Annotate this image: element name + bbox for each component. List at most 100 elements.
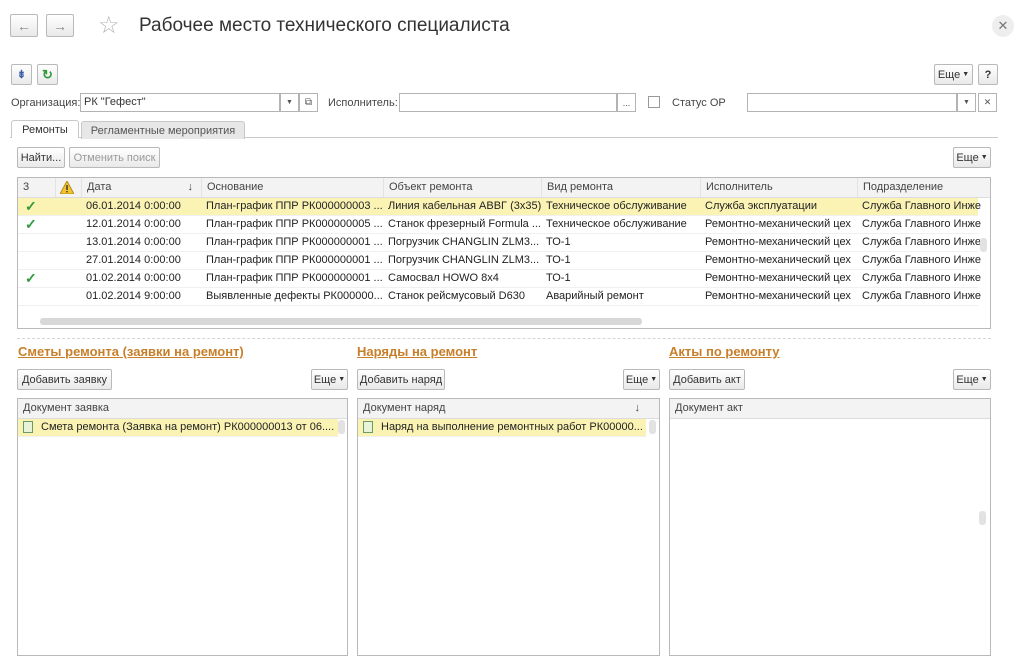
cell-basis: План-график ППР РК000000001 ... (206, 254, 383, 266)
estimates-table-header: Документ заявка (18, 399, 347, 419)
table-row[interactable]: ✓ 01.02.2014 0:00:00 План-график ППР РК000… (18, 270, 981, 288)
status-clear-button[interactable]: ✕ (978, 93, 997, 112)
dropdown-icon: ▼ (338, 376, 346, 383)
cell-dept: Служба Главного Инженера (862, 290, 981, 302)
cell-type: ТО-1 (546, 254, 571, 266)
clear-icon: ✕ (983, 97, 992, 107)
arrow-left-icon: ← (17, 17, 31, 34)
orders-table-header: Документ наряд ↓ (358, 399, 659, 419)
dropdown-icon: ▼ (963, 99, 970, 106)
executor-select-button[interactable]: ... (617, 93, 636, 112)
dropdown-icon: ▼ (980, 376, 988, 383)
refresh-button[interactable]: ↻ (37, 64, 58, 85)
estimates-more-button[interactable]: Еще ▼ (311, 369, 348, 390)
estimates-title[interactable]: Сметы ремонта (заявки на ремонт) (18, 344, 244, 359)
cell-object: Станок фрезерный Formula ... (388, 218, 541, 230)
cell-object: Линия кабельная АВВГ (3х35) (388, 200, 541, 212)
organization-dropdown-button[interactable]: ▼ (280, 93, 299, 112)
add-order-button[interactable]: Добавить наряд (357, 369, 445, 390)
close-icon[interactable]: ✕ (992, 15, 1014, 37)
executor-label: Исполнитель: (328, 97, 398, 109)
done-check-icon: ✓ (25, 198, 37, 214)
column-header-executor[interactable]: Исполнитель (700, 178, 857, 197)
column-header-object[interactable]: Объект ремонта (383, 178, 541, 197)
ellipsis-icon: ... (622, 97, 631, 108)
status-field[interactable] (747, 93, 957, 112)
acts-more-button[interactable]: Еще ▼ (953, 369, 991, 390)
add-request-button[interactable]: Добавить заявку (17, 369, 112, 390)
column-header-warning[interactable] (55, 178, 81, 197)
table-row[interactable]: Смета ремонта (Заявка на ремонт) РК00000… (18, 419, 338, 437)
table-row[interactable]: Наряд на выполнение ремонтных работ РК00… (358, 419, 646, 437)
cell-executor: Ремонтно-механический цех (705, 290, 851, 302)
repairs-vertical-scrollbar[interactable] (980, 238, 987, 252)
repairs-horizontal-scrollbar[interactable] (40, 318, 642, 325)
table-row[interactable]: ✓ 12.01.2014 0:00:00 План-график ППР РК000… (18, 216, 981, 234)
status-dropdown-button[interactable]: ▼ (957, 93, 976, 112)
orders-table[interactable]: Документ наряд ↓ Наряд на выполнение рем… (357, 398, 660, 656)
acts-title[interactable]: Акты по ремонту (669, 344, 780, 359)
table-row[interactable]: 01.02.2014 9:00:00 Выявленные дефекты РК0… (18, 288, 981, 306)
repairs-table[interactable]: 3 Дата ↓ Основание Объект ремонта Вид ре… (17, 177, 991, 329)
help-button[interactable]: ? (978, 64, 998, 85)
dropdown-icon: ▼ (286, 99, 293, 106)
cell-date: 06.01.2014 0:00:00 (86, 200, 181, 212)
acts-table[interactable]: Документ акт (669, 398, 991, 656)
executor-field[interactable] (399, 93, 617, 112)
column-header-request-doc[interactable]: Документ заявка (18, 399, 338, 418)
cell-dept: Служба Главного Инженера (862, 236, 981, 248)
estimates-table[interactable]: Документ заявка Смета ремонта (Заявка на… (17, 398, 348, 656)
column-header-repair-type[interactable]: Вид ремонта (541, 178, 700, 197)
more-button[interactable]: Еще ▼ (934, 64, 973, 85)
status-checkbox[interactable] (648, 96, 660, 108)
cell-date: 01.02.2014 9:00:00 (86, 290, 181, 302)
add-act-button[interactable]: Добавить акт (669, 369, 745, 390)
organization-open-button[interactable]: ⧉ (299, 93, 318, 112)
cell-executor: Ремонтно-механический цех (705, 236, 851, 248)
cell-executor: Служба эксплуатации (705, 200, 817, 212)
cell-type: ТО-1 (546, 272, 571, 284)
organization-field[interactable]: РК "Гефест" (80, 93, 280, 112)
column-header-department[interactable]: Подразделение (857, 178, 981, 197)
cell-basis: План-график ППР РК000000001 ... (206, 236, 383, 248)
column-header-basis[interactable]: Основание (201, 178, 383, 197)
orders-more-button[interactable]: Еще ▼ (623, 369, 660, 390)
estimates-vertical-scrollbar[interactable] (338, 420, 345, 434)
acts-vertical-scrollbar[interactable] (979, 511, 986, 525)
cell-object: Самосвал HOWO 8x4 (388, 272, 499, 284)
pin-button[interactable]: ⇟ (11, 64, 32, 85)
table-row[interactable]: 13.01.2014 0:00:00 План-график ППР РК0000… (18, 234, 981, 252)
column-header-act-doc[interactable]: Документ акт (670, 399, 975, 418)
estimate-doc-cell: Смета ремонта (Заявка на ремонт) РК00000… (41, 421, 335, 433)
sort-down-icon: ↓ (187, 181, 194, 193)
orders-vertical-scrollbar[interactable] (649, 420, 656, 434)
cell-basis: Выявленные дефекты РК000000... (206, 290, 383, 302)
cell-basis: План-график ППР РК000000003 ... (206, 200, 383, 212)
back-button[interactable]: ← (10, 14, 38, 37)
cell-object: Погрузчик CHANGLIN ZLM3... (388, 254, 540, 266)
forward-button[interactable]: → (46, 14, 74, 37)
table-row[interactable]: ✓ 06.01.2014 0:00:00 План-график ППР РК000… (18, 198, 981, 216)
column-header-date[interactable]: Дата ↓ (81, 178, 201, 197)
repairs-table-header: 3 Дата ↓ Основание Объект ремонта Вид ре… (18, 178, 990, 198)
cell-basis: План-график ППР РК000000001 ... (206, 272, 383, 284)
done-check-icon: ✓ (25, 270, 37, 286)
orders-title[interactable]: Наряды на ремонт (357, 344, 477, 359)
favorite-star-icon[interactable]: ☆ (98, 11, 120, 40)
column-header-order-doc[interactable]: Документ наряд ↓ (358, 399, 648, 418)
page-title: Рабочее место технического специалиста (139, 15, 510, 36)
refresh-icon: ↻ (42, 66, 53, 82)
cell-executor: Ремонтно-механический цех (705, 218, 851, 230)
column-header-done[interactable]: 3 (18, 178, 55, 197)
tab-repairs[interactable]: Ремонты (11, 120, 79, 138)
tab-scheduled-activities[interactable]: Регламентные мероприятия (81, 121, 245, 139)
table-row[interactable]: 27.01.2014 0:00:00 План-график ППР РК0000… (18, 252, 981, 270)
repairs-more-button[interactable]: Еще ▼ (953, 147, 991, 168)
document-icon (363, 421, 373, 433)
find-button[interactable]: Найти... (17, 147, 65, 168)
cell-dept: Служба Главного Инженера (862, 200, 981, 212)
cell-date: 12.01.2014 0:00:00 (86, 218, 181, 230)
status-label: Статус ОР (672, 97, 726, 109)
cell-executor: Ремонтно-механический цех (705, 254, 851, 266)
cancel-search-button[interactable]: Отменить поиск (69, 147, 160, 168)
